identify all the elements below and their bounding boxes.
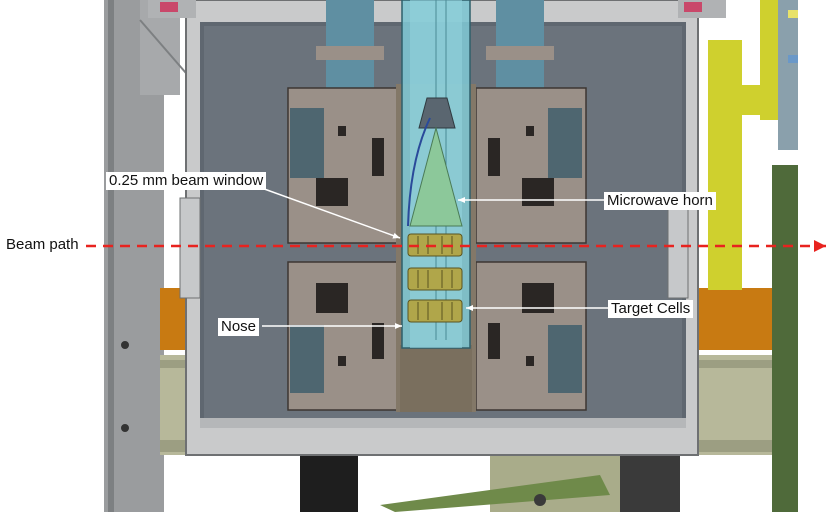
magnet-block-upper-right xyxy=(475,87,587,244)
microwave-horn-label: Microwave horn xyxy=(604,192,716,210)
magnet-block-upper-left xyxy=(287,87,399,244)
beam-window-label: 0.25 mm beam window xyxy=(106,172,267,190)
nose-label: Nose xyxy=(218,318,260,336)
right-pipe-flange xyxy=(486,46,554,60)
nose-base xyxy=(400,345,472,412)
magnet-block-lower-right xyxy=(475,261,587,411)
target-cells-label: Target Cells xyxy=(608,300,694,318)
left-pipe-flange xyxy=(316,46,384,60)
magnet-block-lower-left xyxy=(287,261,399,411)
beam-path-label: Beam path xyxy=(6,236,79,253)
cryostat-cutaway-drawing xyxy=(86,0,826,512)
apparatus-diagram: 0.25 mm beam window Microwave horn Beam … xyxy=(0,0,840,512)
